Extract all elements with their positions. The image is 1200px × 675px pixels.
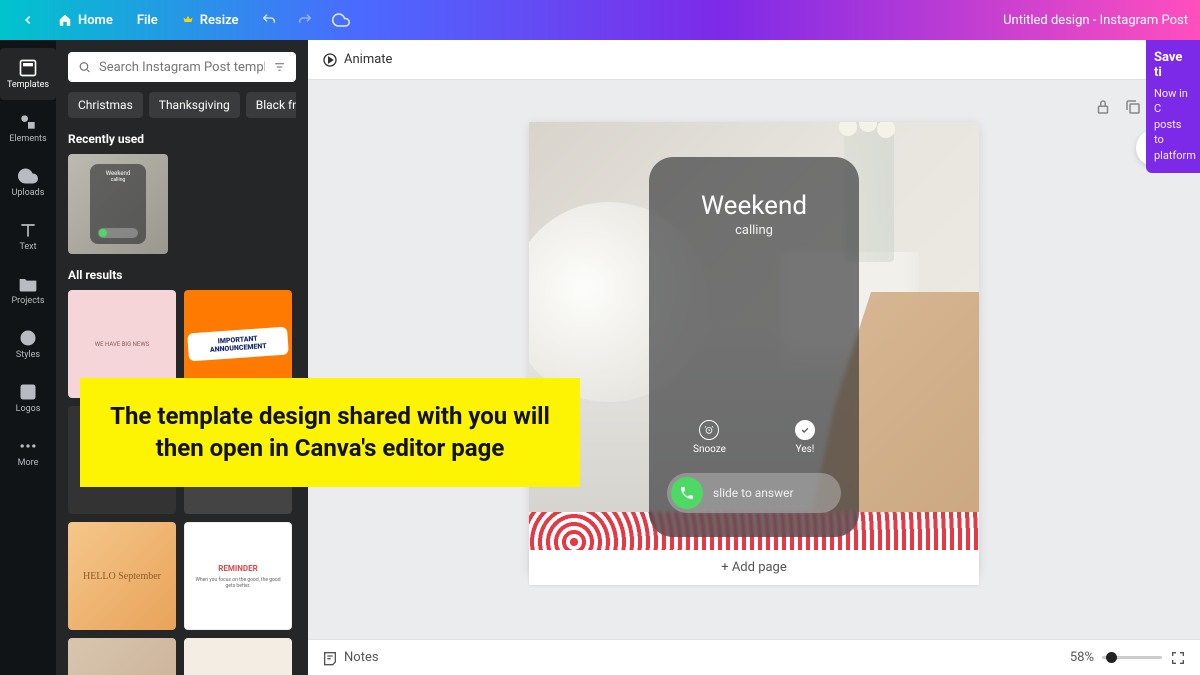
phone-call-overlay[interactable]: Weekend calling Snooze Yes! bbox=[649, 157, 859, 537]
crown-icon bbox=[182, 14, 194, 26]
rail-text[interactable]: Text bbox=[0, 210, 56, 262]
template-result-7[interactable] bbox=[68, 638, 176, 675]
file-button[interactable]: File bbox=[127, 7, 168, 34]
search-bar[interactable] bbox=[68, 52, 296, 82]
promo-title: Save ti bbox=[1154, 50, 1192, 80]
all-results-heading: All results bbox=[68, 268, 296, 282]
resize-button[interactable]: Resize bbox=[172, 7, 249, 34]
bottom-bar: Notes 58% bbox=[308, 639, 1200, 675]
call-subtitle: calling bbox=[735, 223, 773, 238]
canvas-toolbar: Animate bbox=[308, 40, 1200, 80]
rail-uploads[interactable]: Uploads bbox=[0, 156, 56, 208]
home-label: Home bbox=[78, 13, 113, 28]
search-icon bbox=[78, 58, 91, 76]
rail-styles[interactable]: Styles bbox=[0, 318, 56, 370]
document-title[interactable]: Untitled design - Instagram Post bbox=[1003, 13, 1188, 28]
recently-used-heading: Recently used bbox=[68, 132, 296, 146]
filter-icon[interactable] bbox=[273, 58, 286, 76]
zoom-value: 58% bbox=[1070, 650, 1094, 665]
home-icon bbox=[58, 13, 72, 27]
rail-more[interactable]: More bbox=[0, 426, 56, 478]
chip-christmas[interactable]: Christmas bbox=[68, 92, 143, 118]
lock-icon[interactable] bbox=[1094, 98, 1112, 116]
annotation-callout: The template design shared with you will… bbox=[80, 378, 580, 487]
alarm-icon bbox=[699, 420, 719, 440]
yes-action: Yes! bbox=[795, 420, 815, 455]
template-result-6[interactable]: REMINDERWhen you focus on the good, the … bbox=[184, 522, 292, 630]
top-bar: Home File Resize Untitled design - Insta… bbox=[0, 0, 1200, 40]
animate-button[interactable]: Animate bbox=[322, 52, 392, 68]
back-button[interactable] bbox=[12, 4, 44, 36]
zoom-control[interactable]: 58% bbox=[1070, 650, 1186, 666]
rail-projects[interactable]: Projects bbox=[0, 264, 56, 316]
top-left-group: Home File Resize bbox=[12, 4, 357, 36]
design-page[interactable]: Weekend calling Snooze Yes! bbox=[529, 122, 979, 572]
canvas-body[interactable]: Weekend calling Snooze Yes! bbox=[308, 80, 1200, 639]
rail-elements[interactable]: Elements bbox=[0, 102, 56, 154]
template-result-5[interactable]: HELLO September bbox=[68, 522, 176, 630]
add-page-button[interactable]: + Add page bbox=[529, 550, 979, 585]
promo-body: Now in C posts to platform bbox=[1154, 86, 1192, 163]
undo-button[interactable] bbox=[253, 4, 285, 36]
chip-row: Christmas Thanksgiving Black friday bbox=[68, 92, 296, 118]
left-rail: Templates Elements Uploads Text Projects… bbox=[0, 40, 56, 675]
chip-blackfriday[interactable]: Black friday bbox=[246, 92, 296, 118]
phone-icon bbox=[671, 477, 703, 509]
template-recent-1[interactable]: Weekendcalling bbox=[68, 154, 168, 254]
redo-button[interactable] bbox=[289, 4, 321, 36]
svg-text:CO: CO bbox=[24, 389, 33, 397]
zoom-slider[interactable] bbox=[1102, 656, 1162, 659]
animate-icon bbox=[322, 52, 338, 68]
rail-templates[interactable]: Templates bbox=[0, 48, 56, 100]
notes-button[interactable]: Notes bbox=[322, 650, 379, 666]
canvas-area: Animate Weeke bbox=[308, 40, 1200, 675]
search-input[interactable] bbox=[99, 60, 265, 75]
cloud-sync-icon[interactable] bbox=[325, 4, 357, 36]
snooze-action: Snooze bbox=[693, 420, 726, 455]
home-button[interactable]: Home bbox=[48, 7, 123, 34]
notes-icon bbox=[322, 650, 338, 666]
call-title: Weekend bbox=[701, 191, 807, 221]
fullscreen-icon[interactable] bbox=[1170, 650, 1186, 666]
template-result-8[interactable]: TOP 5 TIPS bbox=[184, 638, 292, 675]
slide-to-answer[interactable]: slide to answer bbox=[667, 473, 841, 513]
side-panel: Christmas Thanksgiving Black friday Rece… bbox=[56, 40, 308, 675]
rail-logos[interactable]: COLogos bbox=[0, 372, 56, 424]
chip-thanksgiving[interactable]: Thanksgiving bbox=[149, 92, 240, 118]
promo-panel[interactable]: Save ti Now in C posts to platform bbox=[1146, 40, 1200, 173]
check-icon bbox=[795, 420, 815, 440]
duplicate-icon[interactable] bbox=[1124, 98, 1142, 116]
